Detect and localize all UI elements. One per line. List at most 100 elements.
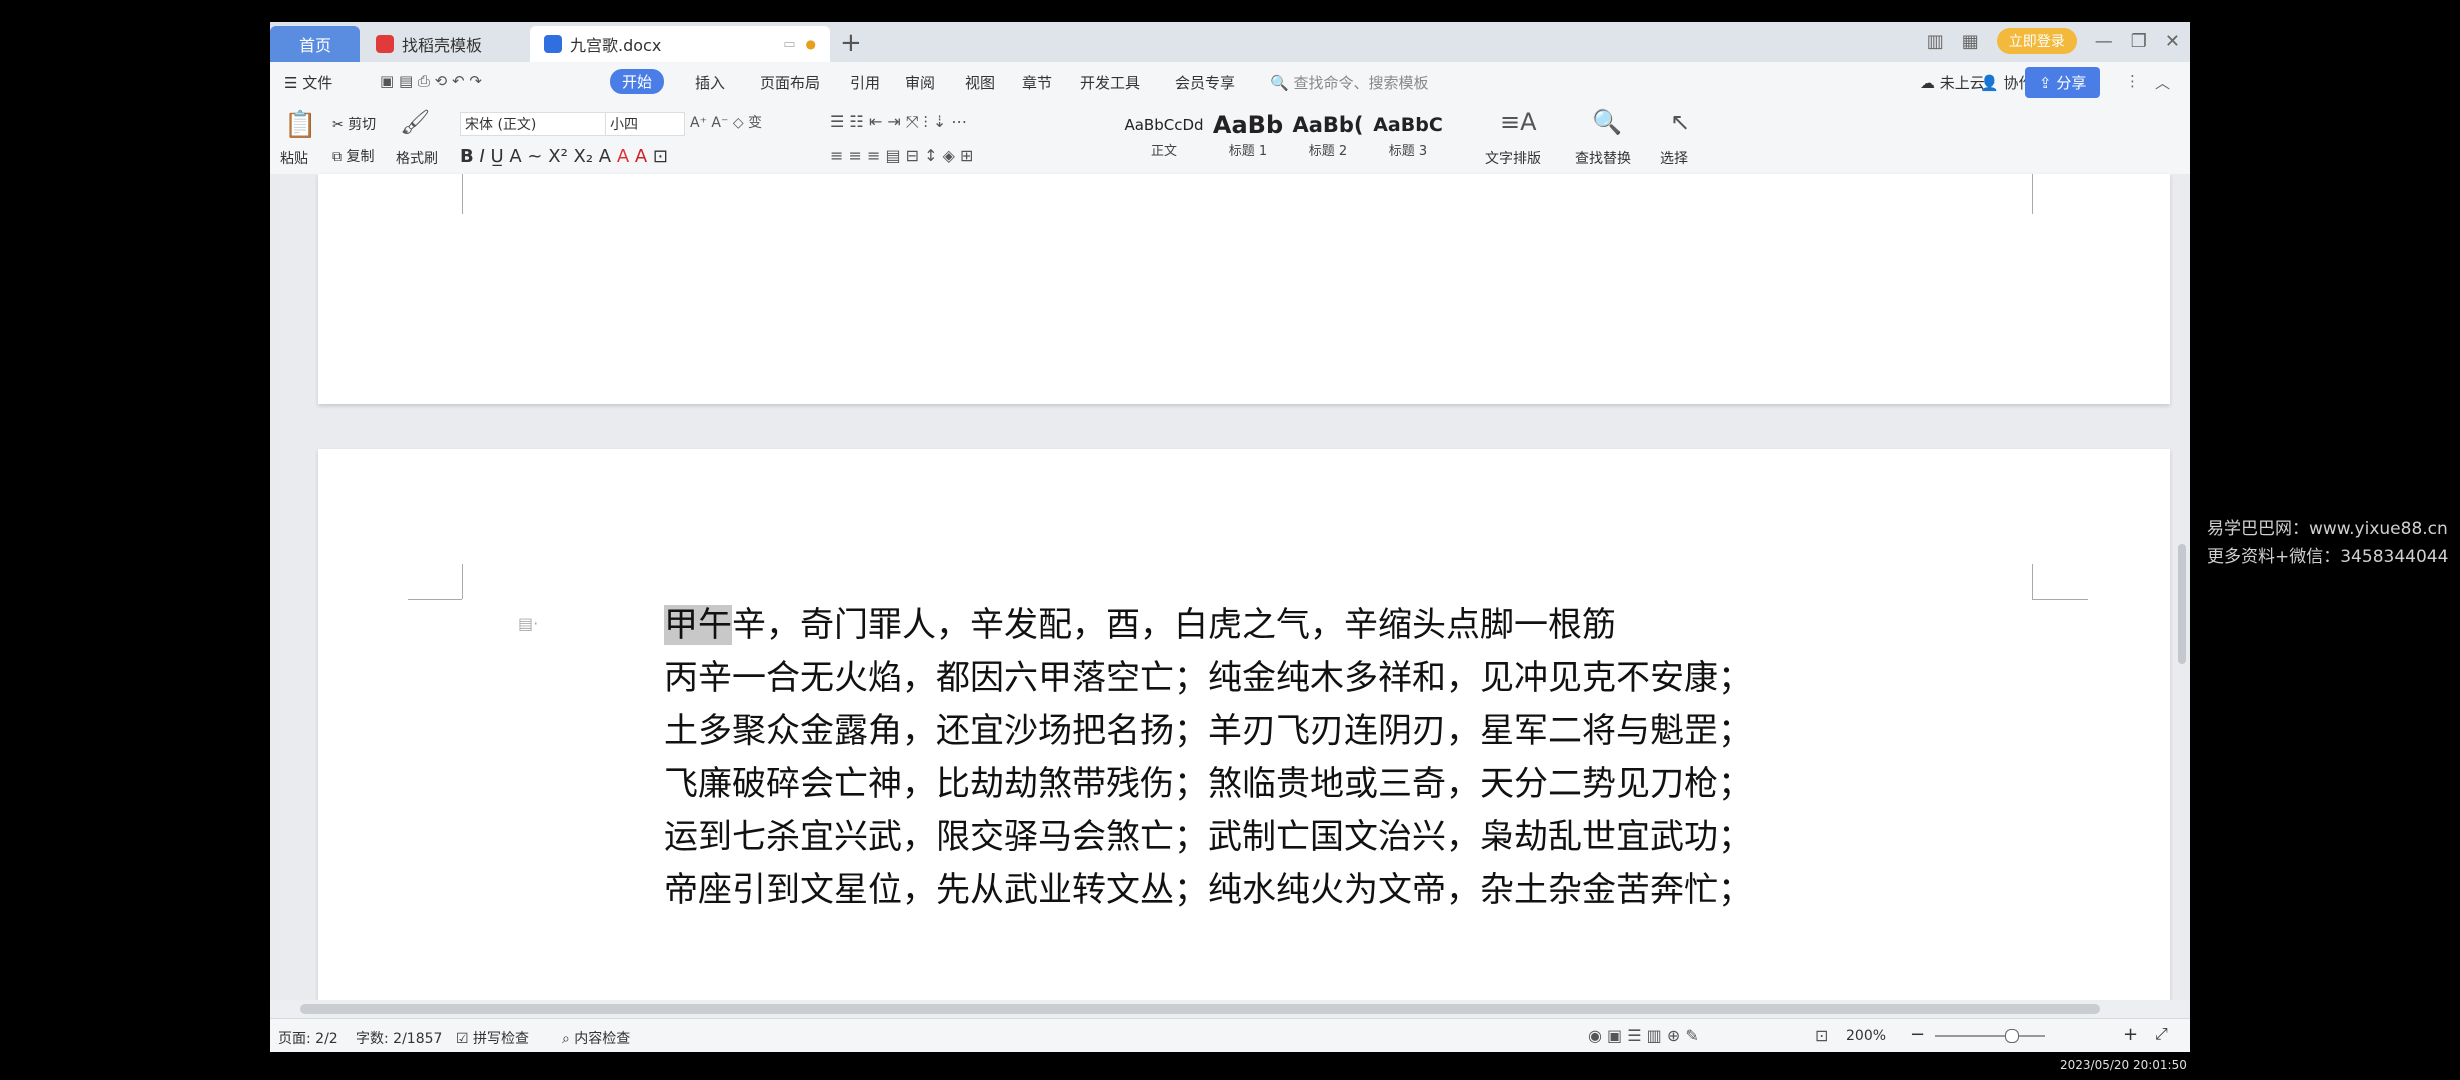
minimize-icon[interactable]: — — [2095, 31, 2113, 52]
tab-template-label: 找稻壳模板 — [402, 36, 483, 55]
zoom-slider[interactable] — [1935, 1029, 2045, 1043]
style-heading-2-preview: AaBb( — [1292, 113, 1364, 137]
find-replace-icon[interactable]: 🔍 — [1592, 108, 1622, 136]
menu-layout[interactable]: 页面布局 — [760, 72, 820, 93]
window-controls: ▥ ▦ 立即登录 — ❐ ✕ — [1927, 28, 2180, 54]
menu-reference[interactable]: 引用 — [850, 72, 880, 93]
style-heading-1-label: 标题 1 — [1228, 144, 1268, 159]
tab-template[interactable]: 找稻壳模板 — [362, 26, 527, 62]
zoom-in-icon[interactable]: + — [2123, 1024, 2138, 1045]
command-search[interactable]: 🔍 查找命令、搜索模板 — [1270, 72, 1428, 93]
wps-window: 首页 找稻壳模板 九宫歌.docx ▭ ● + ▥ ▦ 立即登录 — ❐ ✕ ☰… — [270, 22, 2190, 1052]
style-heading-3-preview: AaBbC — [1373, 114, 1443, 136]
text-layout-icon[interactable]: ≡A — [1500, 108, 1537, 136]
cloud-status-label: 未上云 — [1939, 74, 1985, 92]
cursor-icon[interactable]: ↖ — [1670, 108, 1690, 136]
document-text[interactable]: 甲午辛，奇门罪人，辛发配，酉，白虎之气，辛缩头点脚一根筋 丙辛一合无火焰，都因六… — [664, 599, 1752, 917]
more-icon[interactable]: ⋮ — [2125, 72, 2140, 90]
crop-mark — [462, 564, 463, 599]
zoom-out-icon[interactable]: − — [1910, 1024, 1925, 1045]
cut-button[interactable]: ✂ 剪切 — [332, 114, 376, 134]
new-tab-button[interactable]: + — [840, 28, 862, 58]
style-normal-label: 正文 — [1150, 144, 1177, 159]
zoom-level[interactable]: 200% — [1846, 1028, 1886, 1044]
menu-member[interactable]: 会员专享 — [1175, 72, 1235, 93]
style-heading-1-preview: AaBb — [1212, 111, 1284, 139]
content-check[interactable]: ⌕ 内容检查 — [562, 1028, 630, 1048]
word-count[interactable]: 字数: 2/1857 — [356, 1028, 442, 1048]
document-canvas[interactable]: ▤· 甲午辛，奇门罪人，辛发配，酉，白虎之气，辛缩头点脚一根筋 丙辛一合无火焰，… — [270, 174, 2190, 1009]
style-normal[interactable]: AaBbCcDd 正文 — [1124, 110, 1204, 168]
style-heading-3[interactable]: AaBbC 标题 3 — [1368, 110, 1448, 168]
paste-icon[interactable]: 📋 — [284, 110, 316, 140]
style-normal-preview: AaBbCcDd — [1124, 116, 1204, 134]
login-button[interactable]: 立即登录 — [1996, 28, 2077, 54]
spell-check[interactable]: ☑ 拼写检查 — [456, 1028, 529, 1048]
screen-icon[interactable]: ▭ — [783, 37, 795, 52]
copy-button[interactable]: ⧉ 复制 — [332, 146, 374, 166]
fit-page-icon[interactable]: ⊡ — [1815, 1026, 1828, 1045]
crop-mark — [2032, 564, 2033, 599]
collapse-ribbon-icon[interactable]: ︿ — [2155, 72, 2170, 93]
share-button[interactable]: ⇪ 分享 — [2025, 67, 2101, 98]
layout-icon[interactable]: ▥ — [1927, 31, 1944, 52]
page-count[interactable]: 页面: 2/2 — [278, 1028, 338, 1048]
vertical-scrollbar[interactable] — [2176, 174, 2188, 1000]
style-heading-2-label: 标题 2 — [1308, 144, 1348, 159]
file-menu[interactable]: ☰ 文件 — [284, 72, 332, 93]
tab-bar: 首页 找稻壳模板 九宫歌.docx ▭ ● + ▥ ▦ 立即登录 — ❐ ✕ — [270, 22, 2190, 62]
doc-line: 土多聚众金露角，还宜沙场把名扬；羊刃飞刃连阴刃，星军二将与魁罡； — [664, 711, 1752, 751]
cloud-status[interactable]: ☁ 未上云 — [1920, 72, 1985, 93]
fullscreen-icon[interactable]: ⤢ — [2155, 1024, 2168, 1044]
crop-mark — [408, 599, 462, 600]
file-menu-label: 文件 — [302, 74, 333, 92]
style-heading-1[interactable]: AaBb 标题 1 — [1208, 110, 1288, 168]
share-label: 分享 — [2056, 74, 2087, 92]
zoom-slider-knob[interactable] — [2005, 1029, 2019, 1043]
align-icons[interactable]: ≡ ≡ ≡ ▤ ⊟ ↕ ◈ ⊞ — [830, 146, 973, 165]
page-2[interactable]: ▤· 甲午辛，奇门罪人，辛发配，酉，白虎之气，辛缩头点脚一根筋 丙辛一合无火焰，… — [318, 449, 2170, 1009]
doc-line: 运到七杀宜兴武，限交驿马会煞亡；武制亡国文治兴，枭劫乱世宜武功； — [664, 817, 1752, 857]
find-replace-label[interactable]: 查找替换 — [1575, 148, 1631, 168]
menu-devtools[interactable]: 开发工具 — [1080, 72, 1140, 93]
list-icons[interactable]: ☰ ☷ ⇤ ⇥ ⤧ ⫶ ⇣ ⋯ — [830, 112, 967, 132]
font-name-select[interactable]: 宋体 (正文) — [460, 112, 610, 136]
restore-icon[interactable]: ❐ — [2131, 31, 2147, 52]
grid-icon[interactable]: ▦ — [1962, 31, 1979, 52]
tab-document[interactable]: 九宫歌.docx ▭ ● — [530, 26, 830, 62]
ribbon-toolbar: 📋 粘贴 ✂ 剪切 ⧉ 复制 🖌 格式刷 宋体 (正文) 小四 A⁺ A⁻ ◇ … — [270, 102, 2190, 175]
quick-access-icons[interactable]: ▣ ▤ ⎙ ⟲ ↶ ↷ — [380, 72, 482, 90]
font-size-select[interactable]: 小四 — [605, 112, 685, 136]
doc-line: 丙辛一合无火焰，都因六甲落空亡；纯金纯木多祥和，见冲见克不安康； — [664, 658, 1752, 698]
menu-review[interactable]: 审阅 — [905, 72, 935, 93]
select-label[interactable]: 选择 — [1660, 148, 1688, 168]
font-size-adjust-icons[interactable]: A⁺ A⁻ ◇ 变 — [690, 112, 762, 132]
word-doc-icon — [544, 35, 562, 53]
text-layout-label[interactable]: 文字排版 — [1485, 148, 1541, 168]
horizontal-scroll-thumb[interactable] — [300, 1004, 2100, 1014]
paragraph-handle-icon[interactable]: ▤· — [518, 614, 538, 633]
crop-mark — [2032, 174, 2033, 214]
style-heading-3-label: 标题 3 — [1388, 144, 1428, 159]
command-search-placeholder: 查找命令、搜索模板 — [1293, 74, 1429, 92]
menu-start[interactable]: 开始 — [610, 69, 665, 94]
style-heading-2[interactable]: AaBb( 标题 2 — [1288, 110, 1368, 168]
docer-icon — [376, 35, 394, 53]
font-format-icons[interactable]: B I U̲ A ~ X² X₂ A A A ⊡ — [460, 146, 668, 167]
menu-chapter[interactable]: 章节 — [1022, 72, 1052, 93]
vertical-scroll-thumb[interactable] — [2178, 544, 2186, 664]
menu-insert[interactable]: 插入 — [695, 72, 725, 93]
format-painter-label[interactable]: 格式刷 — [396, 148, 438, 168]
horizontal-scrollbar[interactable] — [270, 1000, 2190, 1018]
spell-check-label: 拼写检查 — [473, 1031, 530, 1047]
tab-home[interactable]: 首页 — [270, 26, 360, 62]
view-mode-icons[interactable]: ◉ ▣ ☰ ▥ ⊕ ✎ — [1588, 1026, 1699, 1045]
page-1[interactable] — [318, 174, 2170, 404]
menu-bar: ☰ 文件 ▣ ▤ ⎙ ⟲ ↶ ↷ 开始 插入 页面布局 引用 审阅 视图 章节 … — [270, 62, 2190, 102]
menu-view[interactable]: 视图 — [965, 72, 995, 93]
close-icon[interactable]: ✕ — [2165, 31, 2180, 52]
format-painter-icon[interactable]: 🖌 — [400, 108, 430, 136]
doc-line-1-rest: 辛，奇门罪人，辛发配，酉，白虎之气，辛缩头点脚一根筋 — [732, 605, 1616, 645]
cut-label: 剪切 — [348, 117, 377, 133]
paste-label[interactable]: 粘贴 — [280, 148, 308, 168]
